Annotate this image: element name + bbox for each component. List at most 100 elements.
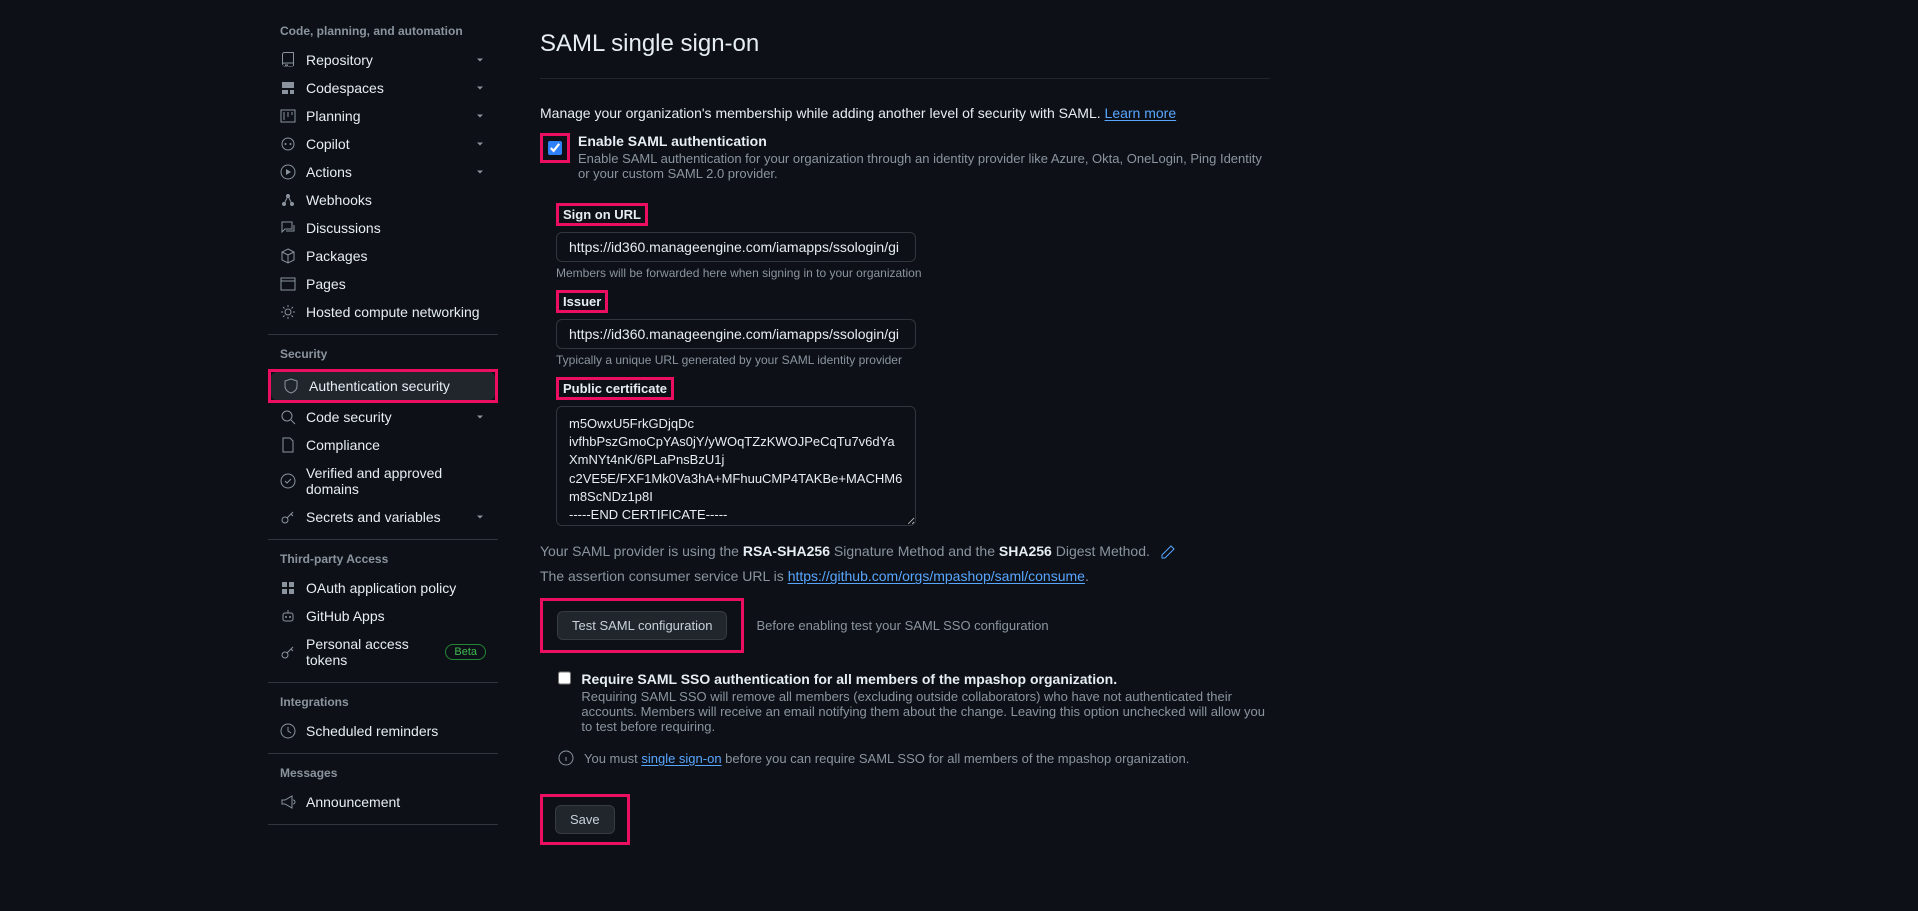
play-icon xyxy=(280,164,296,180)
signon-url-input[interactable] xyxy=(556,232,916,262)
section-header-third-party: Third-party Access xyxy=(268,548,498,570)
apps-icon xyxy=(280,580,296,596)
sidebar-item-label: Planning xyxy=(306,108,464,124)
key-icon xyxy=(280,509,296,525)
provider-info: Your SAML provider is using the RSA-SHA2… xyxy=(540,543,1270,560)
page-subhead: Manage your organization's membership wh… xyxy=(540,93,1270,121)
sidebar-item-label: Code security xyxy=(306,409,464,425)
sidebar-item-hosted-compute[interactable]: Hosted compute networking xyxy=(268,298,498,326)
codescan-icon xyxy=(280,409,296,425)
sidebar-item-label: Webhooks xyxy=(306,192,486,208)
require-sso-desc: Requiring SAML SSO will remove all membe… xyxy=(581,689,1270,734)
sidebar-item-repository[interactable]: Repository xyxy=(268,46,498,74)
sidebar-item-label: Actions xyxy=(306,164,464,180)
sidebar-item-label: Hosted compute networking xyxy=(306,304,486,320)
clock-icon xyxy=(280,723,296,739)
consumer-url-info: The assertion consumer service URL is ht… xyxy=(540,568,1270,584)
info-icon xyxy=(558,750,574,766)
hubot-icon xyxy=(280,608,296,624)
sidebar-item-code-security[interactable]: Code security xyxy=(268,403,498,431)
section-header-code: Code, planning, and automation xyxy=(268,20,498,42)
sidebar-item-label: Compliance xyxy=(306,437,486,453)
sidebar-item-personal-tokens[interactable]: Personal access tokens Beta xyxy=(268,630,498,674)
issuer-input[interactable] xyxy=(556,319,916,349)
discussions-icon xyxy=(280,220,296,236)
enable-saml-title: Enable SAML authentication xyxy=(578,133,1270,149)
learn-more-link[interactable]: Learn more xyxy=(1105,105,1177,121)
chevron-down-icon xyxy=(474,166,486,178)
sidebar-item-planning[interactable]: Planning xyxy=(268,102,498,130)
sidebar-item-pages[interactable]: Pages xyxy=(268,270,498,298)
section-header-integrations: Integrations xyxy=(268,691,498,713)
single-signon-link[interactable]: single sign-on xyxy=(641,751,721,766)
package-icon xyxy=(280,248,296,264)
sidebar-item-oauth-policy[interactable]: OAuth application policy xyxy=(268,574,498,602)
chevron-down-icon xyxy=(474,54,486,66)
divider xyxy=(268,753,498,754)
sidebar-item-discussions[interactable]: Discussions xyxy=(268,214,498,242)
sidebar-item-scheduled-reminders[interactable]: Scheduled reminders xyxy=(268,717,498,745)
sidebar-item-codespaces[interactable]: Codespaces xyxy=(268,74,498,102)
save-button[interactable]: Save xyxy=(555,805,615,834)
divider xyxy=(268,682,498,683)
sidebar-item-webhooks[interactable]: Webhooks xyxy=(268,186,498,214)
pencil-icon[interactable] xyxy=(1160,544,1176,560)
enable-saml-checkbox[interactable] xyxy=(548,141,562,155)
gear-icon xyxy=(280,304,296,320)
main-content: SAML single sign-on Manage your organiza… xyxy=(510,0,1310,911)
cert-label: Public certificate xyxy=(556,377,674,400)
key-icon xyxy=(280,644,296,660)
sidebar-item-label: Repository xyxy=(306,52,464,68)
divider xyxy=(268,539,498,540)
project-icon xyxy=(280,108,296,124)
sidebar-item-label: Verified and approved domains xyxy=(306,465,486,497)
sidebar-item-announcement[interactable]: Announcement xyxy=(268,788,498,816)
page-title: SAML single sign-on xyxy=(540,30,1270,58)
sidebar-item-label: Secrets and variables xyxy=(306,509,464,525)
chevron-down-icon xyxy=(474,82,486,94)
issuer-help: Typically a unique URL generated by your… xyxy=(556,353,1270,367)
sidebar-item-actions[interactable]: Actions xyxy=(268,158,498,186)
sidebar-item-label: Pages xyxy=(306,276,486,292)
verified-icon xyxy=(280,473,296,489)
settings-sidebar: Code, planning, and automation Repositor… xyxy=(0,0,510,911)
sidebar-item-copilot[interactable]: Copilot xyxy=(268,130,498,158)
sidebar-item-verified-domains[interactable]: Verified and approved domains xyxy=(268,459,498,503)
chevron-down-icon xyxy=(474,138,486,150)
sidebar-item-github-apps[interactable]: GitHub Apps xyxy=(268,602,498,630)
sidebar-item-label: GitHub Apps xyxy=(306,608,486,624)
sidebar-item-secrets[interactable]: Secrets and variables xyxy=(268,503,498,531)
sidebar-item-label: Discussions xyxy=(306,220,486,236)
sidebar-item-label: Authentication security xyxy=(309,378,483,394)
repo-icon xyxy=(280,52,296,68)
file-icon xyxy=(280,437,296,453)
test-saml-button[interactable]: Test SAML configuration xyxy=(557,611,727,640)
divider xyxy=(540,78,1270,79)
issuer-label: Issuer xyxy=(556,290,608,313)
sidebar-item-authentication-security[interactable]: Authentication security xyxy=(271,372,495,400)
sidebar-item-label: Copilot xyxy=(306,136,464,152)
beta-badge: Beta xyxy=(445,644,486,660)
sidebar-item-label: Personal access tokens xyxy=(306,636,435,668)
chevron-down-icon xyxy=(474,110,486,122)
browser-icon xyxy=(280,276,296,292)
consumer-url-link[interactable]: https://github.com/orgs/mpashop/saml/con… xyxy=(788,568,1085,584)
megaphone-icon xyxy=(280,794,296,810)
chevron-down-icon xyxy=(474,511,486,523)
signon-url-help: Members will be forwarded here when sign… xyxy=(556,266,1270,280)
enable-saml-desc: Enable SAML authentication for your orga… xyxy=(578,151,1270,181)
signon-url-label: Sign on URL xyxy=(556,203,648,226)
codespaces-icon xyxy=(280,80,296,96)
sidebar-item-label: OAuth application policy xyxy=(306,580,486,596)
copilot-icon xyxy=(280,136,296,152)
require-sso-title: Require SAML SSO authentication for all … xyxy=(581,671,1270,687)
sidebar-item-label: Scheduled reminders xyxy=(306,723,486,739)
webhook-icon xyxy=(280,192,296,208)
divider xyxy=(268,824,498,825)
require-sso-checkbox[interactable] xyxy=(558,671,571,685)
sidebar-item-label: Announcement xyxy=(306,794,486,810)
sidebar-item-compliance[interactable]: Compliance xyxy=(268,431,498,459)
cert-textarea[interactable]: m5OwxU5FrkGDjqDc ivfhbPszGmoCpYAs0jY/yWO… xyxy=(556,406,916,526)
sidebar-item-packages[interactable]: Packages xyxy=(268,242,498,270)
sidebar-item-label: Codespaces xyxy=(306,80,464,96)
